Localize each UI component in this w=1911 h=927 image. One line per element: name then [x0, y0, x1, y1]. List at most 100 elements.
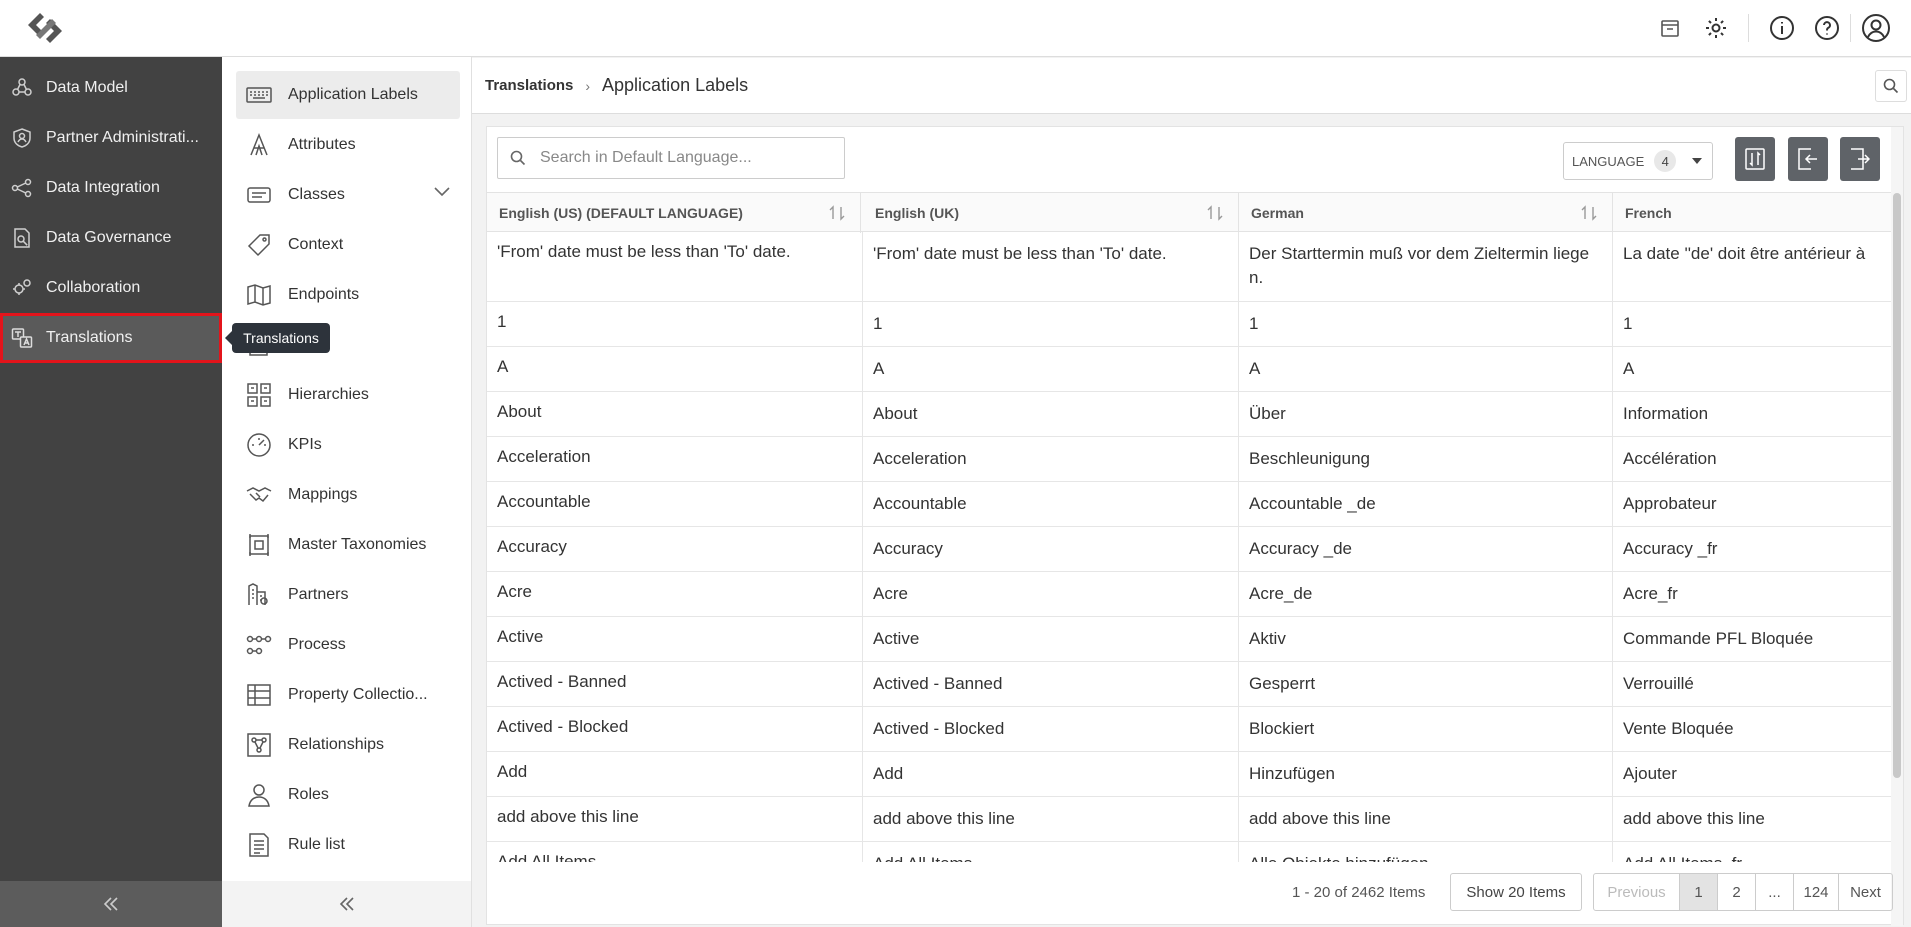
- help-icon[interactable]: [1811, 12, 1843, 44]
- table-cell[interactable]: Add All Items: [487, 842, 863, 862]
- export-button[interactable]: [1840, 137, 1880, 181]
- page-button[interactable]: 124: [1794, 874, 1839, 910]
- sidebar-item-translations[interactable]: Translations: [0, 313, 222, 363]
- table-row[interactable]: Add Add Hinzufügen Ajouter: [487, 752, 1892, 797]
- sidebar-item-collaboration[interactable]: Collaboration: [0, 263, 222, 313]
- chevron-down-icon[interactable]: [434, 187, 450, 197]
- table-row[interactable]: Accuracy Accuracy Accuracy _de Accuracy _fr: [487, 527, 1892, 572]
- subnav-item-relationships[interactable]: Relationships: [236, 721, 460, 769]
- subnav-item-hierarchies[interactable]: Hierarchies: [236, 371, 460, 419]
- table-cell[interactable]: Ajouter: [1613, 752, 1892, 796]
- app-logo-icon[interactable]: [22, 9, 68, 47]
- table-cell[interactable]: Accuracy _de: [1239, 527, 1613, 571]
- table-cell[interactable]: La date ''de' doit être antérieur à: [1613, 232, 1892, 301]
- vertical-scrollbar[interactable]: [1891, 127, 1903, 926]
- column-header[interactable]: English (US) (DEFAULT LANGUAGE): [487, 193, 861, 233]
- table-cell[interactable]: Add All Items_fr: [1613, 842, 1892, 862]
- sync-button[interactable]: [1735, 137, 1775, 181]
- column-header[interactable]: French: [1613, 193, 1892, 233]
- header-search-button[interactable]: [1875, 70, 1907, 102]
- subnav-item-mappings[interactable]: Mappings: [236, 471, 460, 519]
- table-cell[interactable]: Acre: [863, 572, 1239, 616]
- table-cell[interactable]: Approbateur: [1613, 482, 1892, 526]
- table-cell[interactable]: 1: [1613, 302, 1892, 346]
- table-row[interactable]: 'From' date must be less than 'To' date.…: [487, 232, 1892, 302]
- table-cell[interactable]: Acre_fr: [1613, 572, 1892, 616]
- table-cell[interactable]: A: [487, 347, 863, 391]
- subnav-item-kpis[interactable]: KPIs: [236, 421, 460, 469]
- table-cell[interactable]: 1: [1239, 302, 1613, 346]
- table-row[interactable]: Active Active Aktiv Commande PFL Bloquée: [487, 617, 1892, 662]
- table-row[interactable]: Accountable Accountable Accountable _de App…: [487, 482, 1892, 527]
- column-header[interactable]: English (UK): [863, 193, 1239, 233]
- subnav-item-attributes[interactable]: Attributes: [236, 121, 460, 169]
- info-icon[interactable]: [1766, 12, 1798, 44]
- table-cell[interactable]: Accountable: [863, 482, 1239, 526]
- archive-icon[interactable]: [1654, 12, 1686, 44]
- table-cell[interactable]: Add All Items: [863, 842, 1239, 862]
- table-cell[interactable]: 'From' date must be less than 'To' date.: [863, 232, 1239, 301]
- table-row[interactable]: Actived - Banned Actived - Banned Gesperrt…: [487, 662, 1892, 707]
- table-row[interactable]: Add All ItemsAdd All ItemsAlle Objekte h…: [487, 842, 1892, 862]
- column-header[interactable]: German: [1239, 193, 1613, 233]
- table-cell[interactable]: Actived - Blocked: [863, 707, 1239, 751]
- table-cell[interactable]: Accountable: [487, 482, 863, 526]
- subnav-item-roles[interactable]: Roles: [236, 771, 460, 819]
- table-cell[interactable]: Accuracy: [863, 527, 1239, 571]
- table-cell[interactable]: A: [1239, 347, 1613, 391]
- table-cell[interactable]: Commande PFL Bloquée: [1613, 617, 1892, 661]
- table-cell[interactable]: Add: [487, 752, 863, 796]
- subnav-item-property-collections[interactable]: Property Collectio...: [236, 671, 460, 719]
- sort-icon[interactable]: [828, 204, 846, 222]
- table-cell[interactable]: Blockiert: [1239, 707, 1613, 751]
- table-cell[interactable]: Acceleration: [487, 437, 863, 481]
- settings-gear-icon[interactable]: [1700, 12, 1732, 44]
- page-size-button[interactable]: Show 20 Items: [1450, 873, 1582, 911]
- subnav-item-endpoints[interactable]: Endpoints: [236, 271, 460, 319]
- table-cell[interactable]: Actived - Banned: [863, 662, 1239, 706]
- table-cell[interactable]: Active: [487, 617, 863, 661]
- next-page-button[interactable]: Next: [1839, 874, 1892, 910]
- table-row[interactable]: Acre Acre Acre_de Acre_fr: [487, 572, 1892, 617]
- table-row[interactable]: add above this line add above this line ad…: [487, 797, 1892, 842]
- table-cell[interactable]: Accélération: [1613, 437, 1892, 481]
- table-row[interactable]: Actived - Blocked Actived - Blocked Blocki…: [487, 707, 1892, 752]
- table-cell[interactable]: Accuracy _fr: [1613, 527, 1892, 571]
- table-row[interactable]: AAAA: [487, 347, 1892, 392]
- search-input[interactable]: Search in Default Language...: [497, 137, 845, 179]
- table-cell[interactable]: About: [487, 392, 863, 436]
- table-cell[interactable]: Information: [1613, 392, 1892, 436]
- subnav-item-application-labels[interactable]: Application Labels: [236, 71, 460, 119]
- table-cell[interactable]: 1: [863, 302, 1239, 346]
- table-cell[interactable]: Accountable _de: [1239, 482, 1613, 526]
- subnav-item-partners[interactable]: Partners: [236, 571, 460, 619]
- table-cell[interactable]: A: [863, 347, 1239, 391]
- sort-icon[interactable]: [1206, 204, 1224, 222]
- sidebar-item-data-governance[interactable]: Data Governance: [0, 213, 222, 263]
- collapse-sidebar-button[interactable]: [0, 881, 222, 927]
- table-cell[interactable]: Acre: [487, 572, 863, 616]
- table-cell[interactable]: Actived - Banned: [487, 662, 863, 706]
- table-cell[interactable]: A: [1613, 347, 1892, 391]
- table-cell[interactable]: add above this line: [1613, 797, 1892, 841]
- breadcrumb-parent[interactable]: Translations: [485, 77, 573, 94]
- table-row[interactable]: About About Über Information: [487, 392, 1892, 437]
- table-cell[interactable]: About: [863, 392, 1239, 436]
- previous-page-button[interactable]: Previous: [1594, 874, 1680, 910]
- page-button[interactable]: 2: [1718, 874, 1756, 910]
- table-cell[interactable]: Der Starttermin muß vor dem Zieltermin l…: [1239, 232, 1613, 301]
- sidebar-item-data-integration[interactable]: Data Integration: [0, 163, 222, 213]
- sidebar-item-data-model[interactable]: Data Model: [0, 63, 222, 113]
- table-cell[interactable]: Alle Objekte hinzufügen: [1239, 842, 1613, 862]
- table-cell[interactable]: Add: [863, 752, 1239, 796]
- table-cell[interactable]: Vente Bloquée: [1613, 707, 1892, 751]
- table-cell[interactable]: Über: [1239, 392, 1613, 436]
- table-cell[interactable]: Gesperrt: [1239, 662, 1613, 706]
- table-cell[interactable]: Actived - Blocked: [487, 707, 863, 751]
- table-cell[interactable]: Active: [863, 617, 1239, 661]
- user-avatar-icon[interactable]: [1860, 12, 1892, 44]
- subnav-item-context[interactable]: Context: [236, 221, 460, 269]
- sort-icon[interactable]: [1580, 204, 1598, 222]
- table-row[interactable]: 1111: [487, 302, 1892, 347]
- table-cell[interactable]: Hinzufügen: [1239, 752, 1613, 796]
